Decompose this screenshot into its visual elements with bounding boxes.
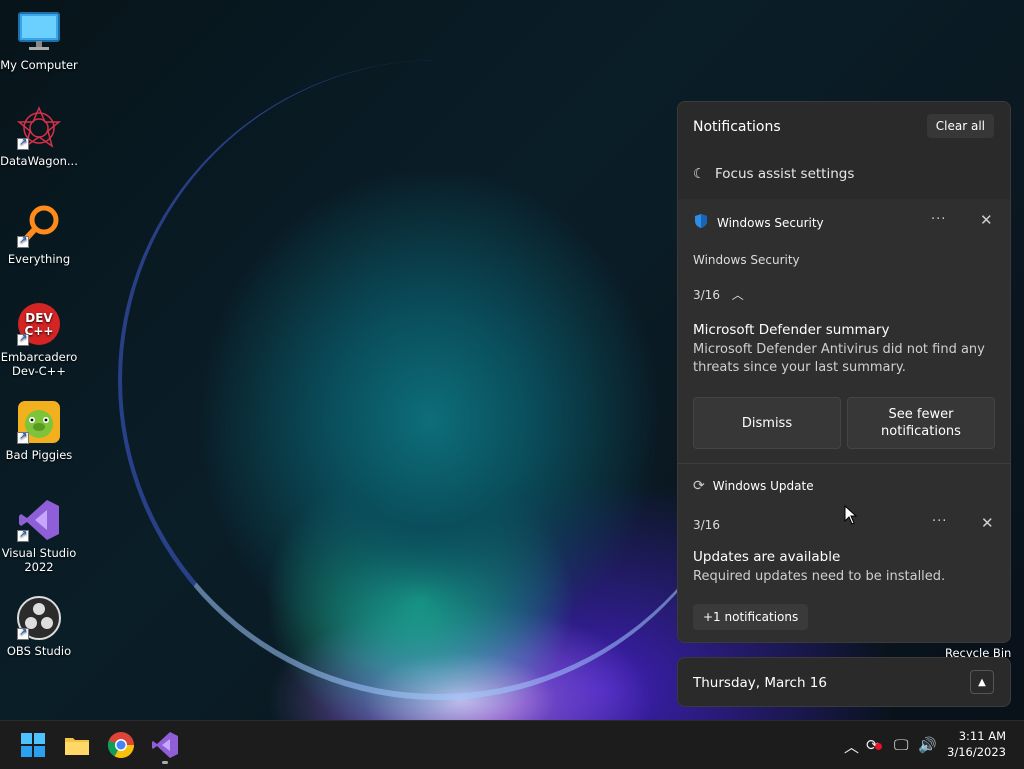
see-fewer-notifications-button[interactable]: See fewer notifications <box>847 397 995 449</box>
desktop-icon-devcpp[interactable]: DEV C++ Embarcadero Dev-C++ <box>0 302 78 378</box>
chrome-icon <box>107 732 135 759</box>
desktop-icon-visual-studio[interactable]: Visual Studio 2022 <box>0 498 78 574</box>
focus-assist-label: Focus assist settings <box>715 166 855 182</box>
shield-icon <box>693 213 709 232</box>
clear-all-button[interactable]: Clear all <box>926 114 994 138</box>
desktop-icon-datawagon[interactable]: DataWagon... <box>0 106 78 168</box>
notification-app-name: Windows Security <box>717 215 824 230</box>
chevron-up-icon[interactable]: ▲ <box>970 670 994 694</box>
calendar-flyout: Thursday, March 16 ▲ <box>677 657 1011 707</box>
svg-text:DEV: DEV <box>25 311 53 325</box>
moon-icon: ☾ <box>693 166 706 182</box>
visual-studio-icon <box>17 498 61 542</box>
chevron-up-icon[interactable]: ︿ <box>732 288 744 302</box>
devcpp-icon: DEV C++ <box>17 302 61 346</box>
shortcut-arrow-icon <box>17 332 29 346</box>
notification-subtitle: Windows Security <box>693 253 800 267</box>
notification-app-header: Windows Security <box>693 213 824 232</box>
close-icon[interactable]: ✕ <box>981 514 994 532</box>
system-clock[interactable]: 3:11 AM 3/16/2023 <box>947 728 1006 760</box>
running-indicator <box>162 761 168 764</box>
obs-icon <box>17 596 61 640</box>
notifications-title: Notifications <box>693 119 781 135</box>
focus-assist-link[interactable]: ☾ Focus assist settings <box>693 166 854 182</box>
bad-piggies-icon <box>17 400 61 444</box>
desktop-icon-obs[interactable]: OBS Studio <box>0 596 78 658</box>
notification-center: Notifications Clear all ☾ Focus assist se… <box>677 101 1011 643</box>
start-button[interactable] <box>19 731 47 759</box>
shortcut-arrow-icon <box>17 234 29 248</box>
folder-icon <box>65 738 89 755</box>
notification-date: 3/16 ︿ <box>693 286 744 303</box>
desktop-icon-my-computer[interactable]: My Computer <box>0 10 78 72</box>
show-hidden-icons-chevron-icon[interactable]: ︿ <box>844 736 859 757</box>
visual-studio-taskbar-button[interactable] <box>151 731 179 764</box>
notification-heading: Updates are available <box>693 549 841 565</box>
desktop-icon-label: Embarcadero Dev-C++ <box>0 350 78 378</box>
desktop-icon-label: DataWagon... <box>0 154 78 168</box>
more-options-icon[interactable]: ··· <box>931 212 946 227</box>
clock-date: 3/16/2023 <box>947 745 1006 759</box>
mouse-cursor-icon <box>844 504 858 529</box>
calendar-date: Thursday, March 16 <box>693 675 827 691</box>
notification-card-update[interactable]: ⟳ Windows Update 3/16 ··· ✕ Updates are … <box>678 464 1010 642</box>
notification-card-security[interactable]: Windows Security ··· ✕ Windows Security … <box>678 199 1010 464</box>
desktop-icon-bad-piggies[interactable]: Bad Piggies <box>0 400 78 462</box>
monitor-icon <box>17 10 61 54</box>
desktop-icon-everything[interactable]: Everything <box>0 204 78 266</box>
clock-time: 3:11 AM <box>958 729 1006 743</box>
notification-app-header: ⟳ Windows Update <box>693 478 814 494</box>
windows-logo-icon <box>21 733 45 757</box>
wallpaper-ring <box>118 60 758 700</box>
refresh-icon: ⟳ <box>693 478 705 494</box>
shortcut-arrow-icon <box>17 430 29 444</box>
more-options-icon[interactable]: ··· <box>932 514 947 529</box>
sync-alert-icon[interactable]: ⟳ <box>866 736 882 754</box>
notification-body: Required updates need to be installed. <box>693 569 946 584</box>
shortcut-arrow-icon <box>17 626 29 640</box>
desktop-icon-label: OBS Studio <box>6 644 72 658</box>
volume-icon[interactable]: 🔊 <box>918 736 937 754</box>
chrome-button[interactable] <box>107 731 135 759</box>
search-magnifier-icon <box>17 204 61 248</box>
date-label: 3/16 <box>693 288 720 302</box>
notification-heading: Microsoft Defender summary <box>693 322 890 338</box>
notification-date: 3/16 <box>693 518 720 532</box>
visual-studio-icon <box>152 732 178 758</box>
notification-app-name: Windows Update <box>712 479 814 493</box>
network-icon[interactable]: 🖵 <box>894 736 908 754</box>
shortcut-arrow-icon <box>17 528 29 542</box>
dismiss-button[interactable]: Dismiss <box>693 397 841 449</box>
desktop-icon-label: Everything <box>7 252 71 266</box>
file-explorer-button[interactable] <box>63 731 91 759</box>
desktop-icon-label: Visual Studio 2022 <box>1 546 77 574</box>
taskbar: ︿ ⟳ 🖵 🔊 3:11 AM 3/16/2023 <box>0 720 1024 769</box>
notification-body: Microsoft Defender Antivirus did not fin… <box>693 342 985 375</box>
desktop-icon-label: Bad Piggies <box>5 448 73 462</box>
desktop-icon-label: My Computer <box>0 58 78 72</box>
shortcut-arrow-icon <box>17 136 29 150</box>
more-notifications-button[interactable]: +1 notifications <box>693 604 809 630</box>
datawagon-icon <box>16 106 62 150</box>
close-icon[interactable]: ✕ <box>980 211 993 229</box>
